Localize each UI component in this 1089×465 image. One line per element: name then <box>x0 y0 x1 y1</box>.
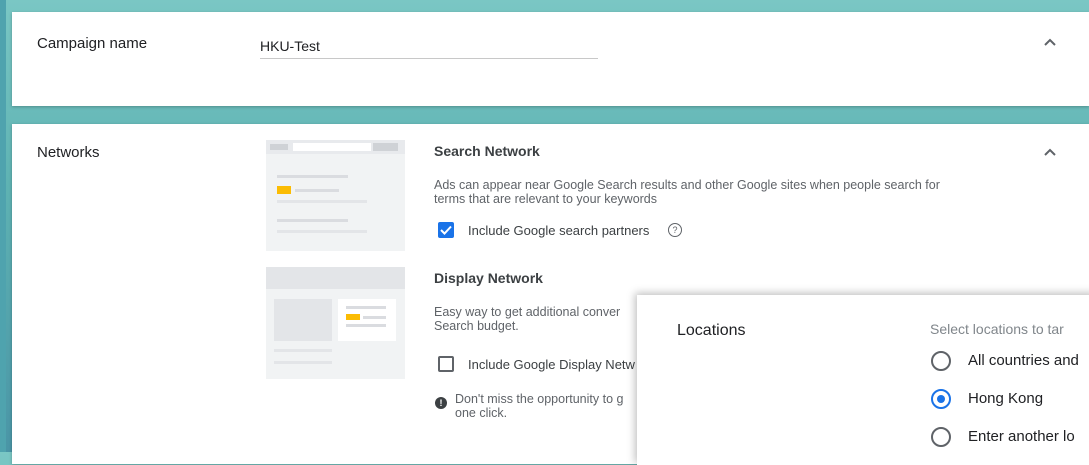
display-network-checkbox[interactable] <box>438 356 454 372</box>
search-partners-checkbox[interactable] <box>438 222 454 238</box>
campaign-name-card: Campaign name HKU-Test <box>12 12 1089 106</box>
search-network-title: Search Network <box>434 143 540 159</box>
info-warning-icon: ! <box>435 397 447 409</box>
search-partners-label: Include Google search partners <box>468 223 650 238</box>
chevron-up-icon[interactable] <box>1044 148 1056 156</box>
radio-hong-kong[interactable] <box>931 389 951 409</box>
locations-label: Locations <box>677 322 746 339</box>
campaign-name-input[interactable]: HKU-Test <box>260 34 598 59</box>
radio-all-countries-label: All countries and <box>968 352 1079 369</box>
locations-hint: Select locations to tar <box>930 321 1064 337</box>
page-left-edge <box>0 0 6 452</box>
display-network-checkbox-label: Include Google Display Netw <box>468 357 635 372</box>
networks-label: Networks <box>37 144 100 161</box>
display-network-description: Easy way to get additional conver Search… <box>434 305 621 333</box>
help-icon[interactable]: ? <box>668 223 682 237</box>
search-network-description: Ads can appear near Google Search result… <box>434 178 940 206</box>
search-network-illustration <box>266 140 405 251</box>
locations-panel: Locations Select locations to tar All co… <box>637 295 1089 465</box>
campaign-name-label: Campaign name <box>37 35 148 52</box>
radio-enter-another-location-label: Enter another lo <box>968 428 1075 445</box>
radio-hong-kong-label: Hong Kong <box>968 390 1044 407</box>
display-network-title: Display Network <box>434 270 543 286</box>
display-network-illustration <box>266 267 405 379</box>
radio-enter-another-location[interactable] <box>931 427 951 447</box>
chevron-up-icon[interactable] <box>1044 38 1056 46</box>
display-network-warning: Don't miss the opportunity to g one clic… <box>455 392 624 420</box>
radio-all-countries[interactable] <box>931 351 951 371</box>
